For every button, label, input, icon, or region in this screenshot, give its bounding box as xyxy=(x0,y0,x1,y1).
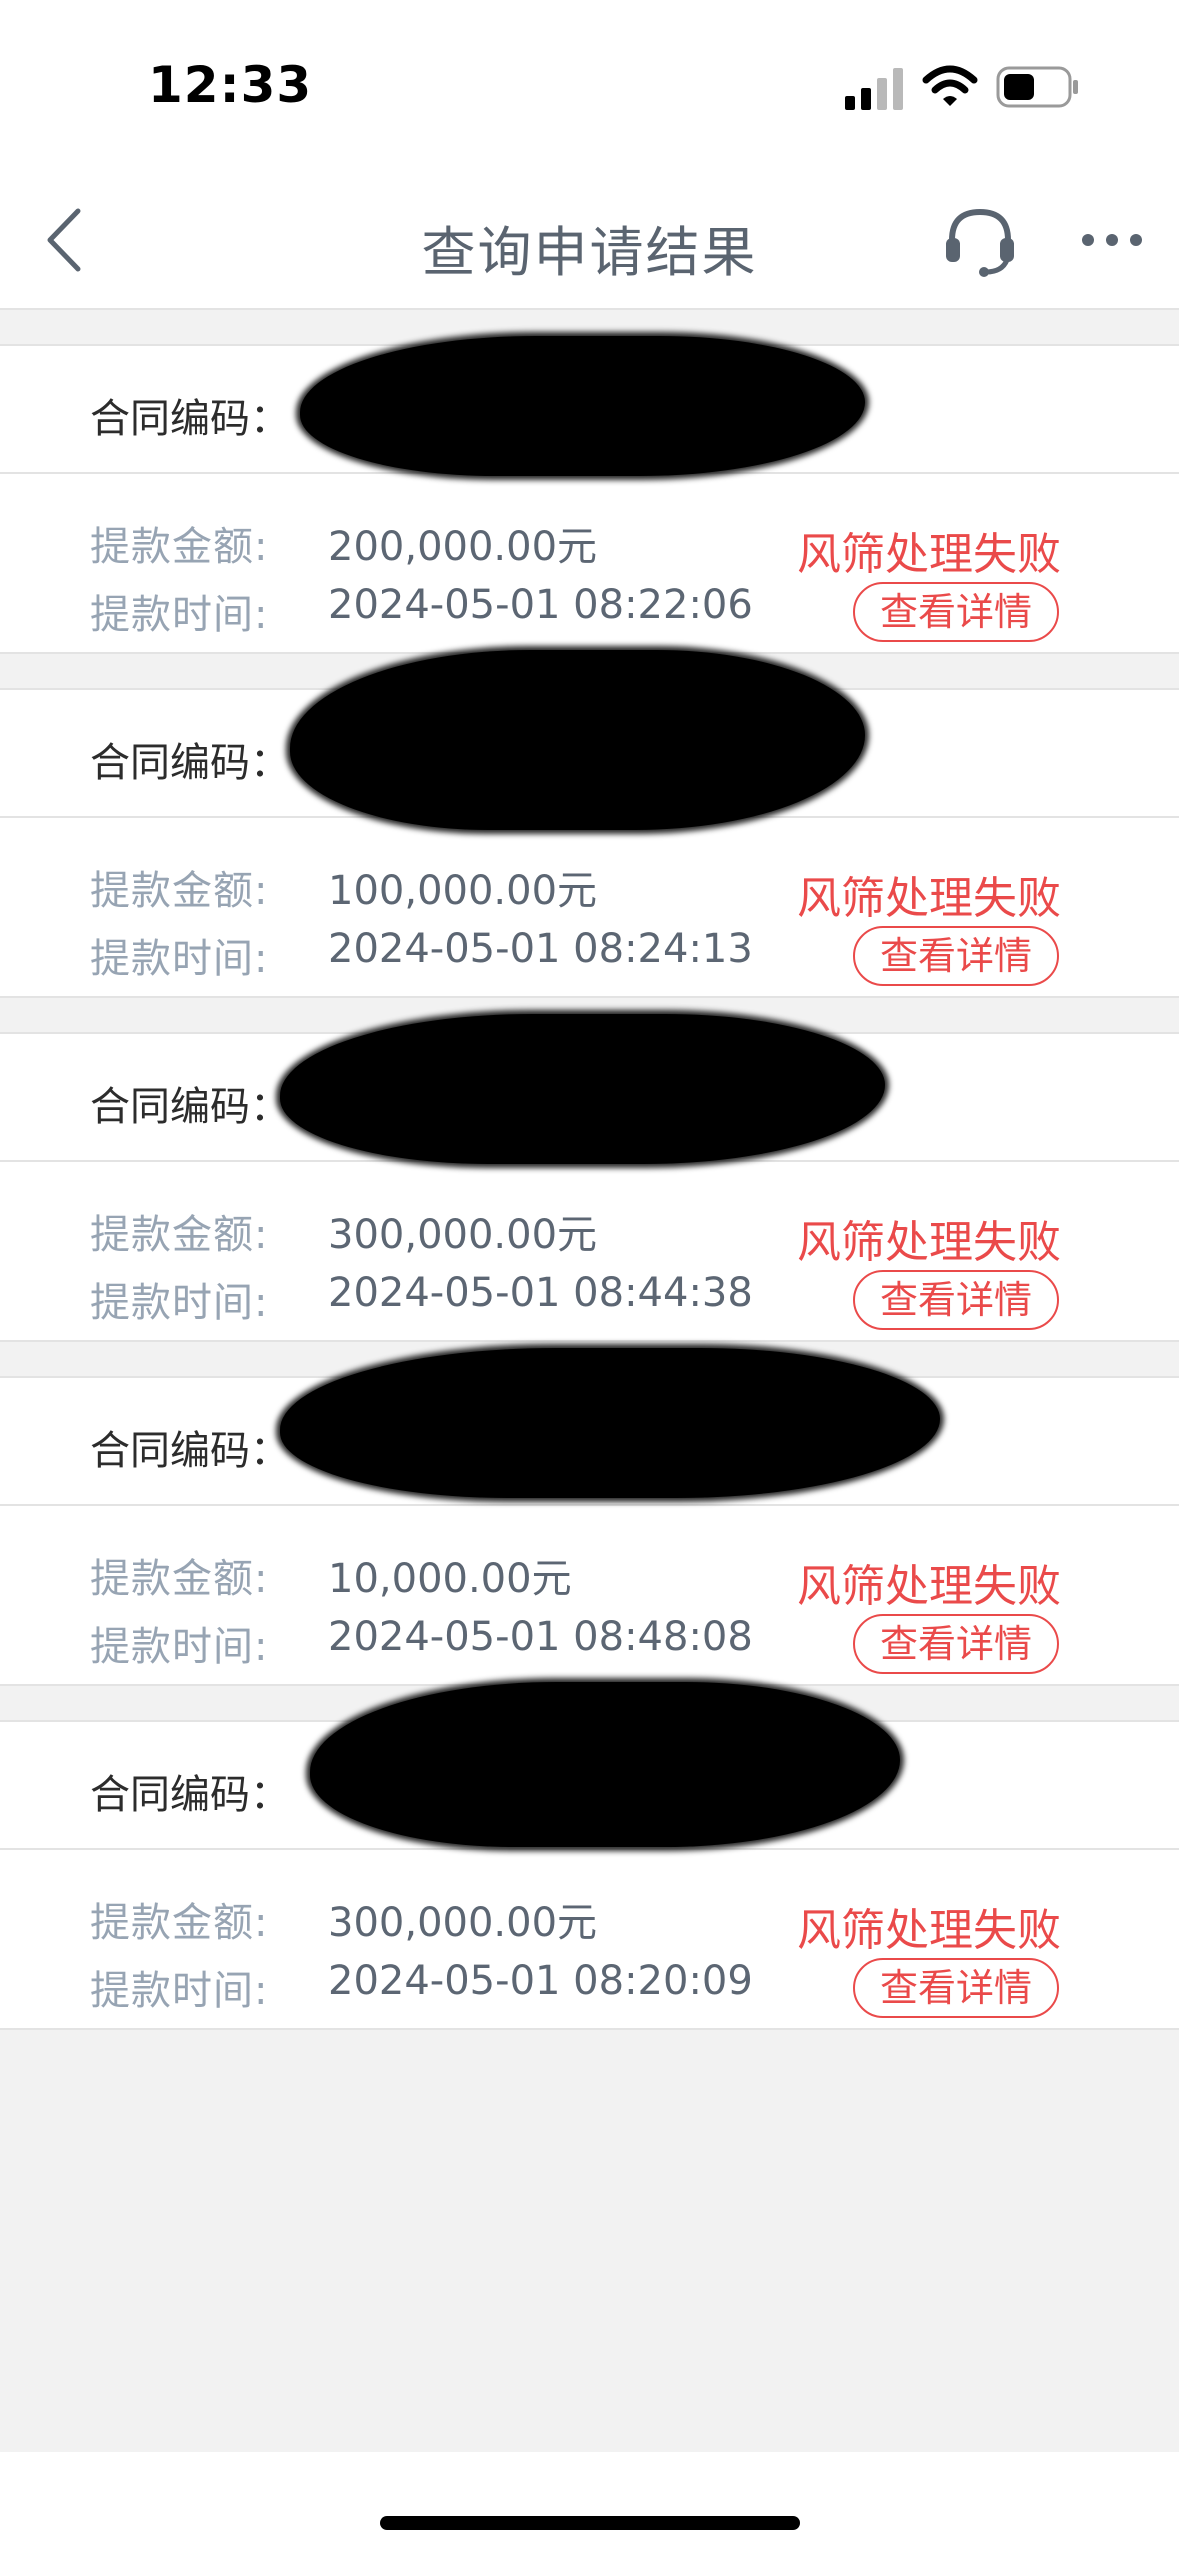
redaction-mark xyxy=(300,336,865,476)
record-card[interactable]: 合同编码： 提款金额: 100,000.00元 提款时间: 2024-05-01… xyxy=(0,650,1179,998)
status-time: 12:33 xyxy=(148,56,313,114)
time-value: 2024-05-01 08:48:08 xyxy=(328,1614,753,1660)
amount-value: 300,000.00元 xyxy=(328,1900,598,1946)
redaction-mark xyxy=(280,1348,940,1498)
record-card[interactable]: 合同编码： 提款金额: 300,000.00元 提款时间: 2024-05-01… xyxy=(0,1014,1179,1342)
contract-label: 合同编码： xyxy=(90,1084,290,1130)
status-bar: 12:33 xyxy=(0,0,1179,170)
redaction-mark xyxy=(280,1014,885,1164)
contract-label: 合同编码： xyxy=(90,1428,290,1474)
signal-icon xyxy=(845,68,903,110)
time-label: 提款时间: xyxy=(90,936,269,982)
view-details-button[interactable]: 查看详情 xyxy=(853,582,1059,642)
status-text: 风筛处理失败 xyxy=(797,1905,1061,1956)
amount-label: 提款金额: xyxy=(90,524,269,570)
view-details-button[interactable]: 查看详情 xyxy=(853,1270,1059,1330)
time-value: 2024-05-01 08:44:38 xyxy=(328,1270,753,1316)
time-value: 2024-05-01 08:24:13 xyxy=(328,926,753,972)
status-text: 风筛处理失败 xyxy=(797,873,1061,924)
time-value: 2024-05-01 08:20:09 xyxy=(328,1958,753,2004)
contract-label: 合同编码： xyxy=(90,1772,290,1818)
record-list: 合同编码： 提款金额: 200,000.00元 提款时间: 2024-05-01… xyxy=(0,310,1179,2030)
amount-value: 200,000.00元 xyxy=(328,524,598,570)
record-card[interactable]: 合同编码： 提款金额: 10,000.00元 提款时间: 2024-05-01 … xyxy=(0,1348,1179,1686)
contract-label: 合同编码： xyxy=(90,396,290,442)
status-text: 风筛处理失败 xyxy=(797,1217,1061,1268)
amount-label: 提款金额: xyxy=(90,1556,269,1602)
headset-icon[interactable] xyxy=(940,202,1020,282)
bottom-safe-area xyxy=(0,2452,1179,2556)
record-card[interactable]: 合同编码： 提款金额: 300,000.00元 提款时间: 2024-05-01… xyxy=(0,1682,1179,2030)
amount-value: 100,000.00元 xyxy=(328,868,598,914)
amount-value: 300,000.00元 xyxy=(328,1212,598,1258)
contract-label: 合同编码： xyxy=(90,740,290,786)
time-label: 提款时间: xyxy=(90,1968,269,2014)
redaction-mark xyxy=(290,650,865,830)
nav-bar: 查询申请结果 xyxy=(0,170,1179,310)
time-label: 提款时间: xyxy=(90,1624,269,1670)
amount-label: 提款金额: xyxy=(90,1900,269,1946)
home-indicator[interactable] xyxy=(380,2516,800,2530)
amount-value: 10,000.00元 xyxy=(328,1556,572,1602)
view-details-button[interactable]: 查看详情 xyxy=(853,926,1059,986)
amount-label: 提款金额: xyxy=(90,868,269,914)
more-icon[interactable] xyxy=(1080,222,1144,258)
battery-icon xyxy=(996,66,1078,108)
status-text: 风筛处理失败 xyxy=(797,1561,1061,1612)
amount-label: 提款金额: xyxy=(90,1212,269,1258)
redaction-mark xyxy=(310,1682,900,1847)
view-details-button[interactable]: 查看详情 xyxy=(853,1958,1059,2018)
time-value: 2024-05-01 08:22:06 xyxy=(328,582,753,628)
status-text: 风筛处理失败 xyxy=(797,529,1061,580)
record-card[interactable]: 合同编码： 提款金额: 200,000.00元 提款时间: 2024-05-01… xyxy=(0,336,1179,654)
time-label: 提款时间: xyxy=(90,1280,269,1326)
time-label: 提款时间: xyxy=(90,592,269,638)
view-details-button[interactable]: 查看详情 xyxy=(853,1614,1059,1674)
wifi-icon xyxy=(922,65,978,106)
